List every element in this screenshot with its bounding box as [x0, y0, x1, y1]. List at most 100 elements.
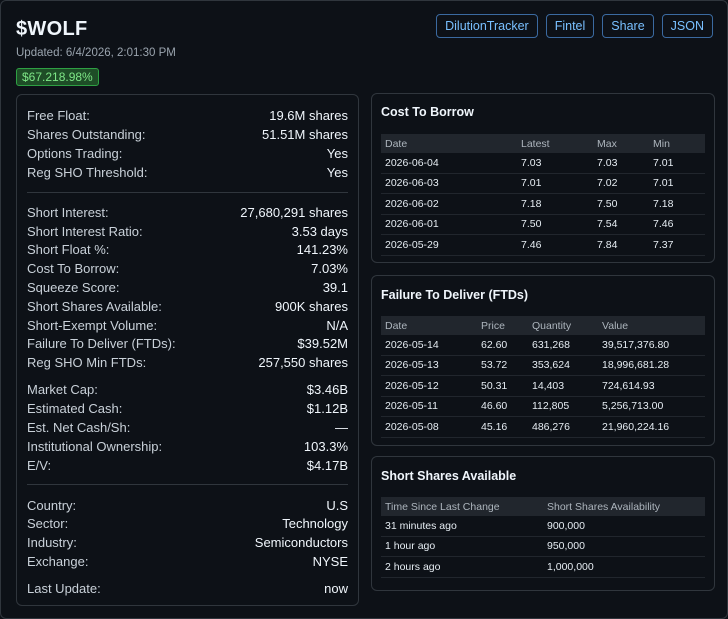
table-cell: 7.01: [649, 153, 705, 174]
stat-value: 103.3%: [303, 438, 348, 454]
table-cell: 1 hour ago: [381, 536, 543, 557]
stat-label: E/V:: [27, 457, 52, 473]
table-cell: 7.50: [593, 193, 649, 215]
stat-value: Yes: [326, 145, 348, 161]
table-header-row: Date Price Quantity Value: [381, 316, 705, 335]
fintel-button[interactable]: Fintel: [545, 14, 595, 38]
stat-value: 3.53 days: [291, 223, 348, 239]
stat-row-market-cap: Market Cap: $3.46B: [27, 380, 348, 398]
stat-label: Industry:: [27, 534, 77, 550]
stat-row-ftds: Failure To Deliver (FTDs): $39.52M: [27, 334, 348, 352]
stat-label: Est. Net Cash/Sh:: [27, 419, 131, 435]
cost-to-borrow-table: Date Latest Max Min 2026-06-04 7.03 7.03 7.…: [381, 134, 705, 256]
table-cell: 2026-05-14: [381, 335, 477, 356]
table-cell: 39,517,376.80: [598, 335, 705, 356]
short-shares-available-panel: Short Shares Available Time Since Last C…: [371, 456, 715, 591]
stat-row-options-trading: Options Trading: Yes: [27, 144, 348, 162]
stat-row-sector: Sector: Technology: [27, 514, 348, 532]
stat-label: Squeeze Score:: [27, 279, 120, 295]
stat-label: Short-Exempt Volume:: [27, 317, 158, 333]
column-header: Price: [477, 316, 528, 335]
table-cell: 486,276: [528, 416, 598, 438]
column-header: Date: [381, 316, 477, 335]
stat-row-shares-outstanding: Shares Outstanding: 51.51M shares: [27, 125, 348, 143]
stat-label: Last Update:: [27, 580, 101, 596]
column-header: Quantity: [528, 316, 598, 335]
dilutiontracker-button[interactable]: DilutionTracker: [436, 14, 538, 38]
stat-label: Failure To Deliver (FTDs):: [27, 335, 176, 351]
table-cell: 18,996,681.28: [598, 355, 705, 376]
stat-row-institutional-ownership: Institutional Ownership: 103.3%: [27, 437, 348, 455]
stat-row-cost-to-borrow: Cost To Borrow: 7.03%: [27, 259, 348, 277]
table-cell: 46.60: [477, 396, 528, 417]
stat-value: —: [335, 419, 348, 435]
stat-label: Institutional Ownership:: [27, 438, 163, 454]
column-header: Min: [649, 134, 705, 153]
stat-row-reg-sho-threshold: Reg SHO Threshold: Yes: [27, 163, 348, 181]
json-button[interactable]: JSON: [661, 14, 713, 38]
stat-row-short-exempt-volume: Short-Exempt Volume: N/A: [27, 316, 348, 334]
share-button[interactable]: Share: [602, 14, 654, 38]
table-cell: 950,000: [543, 536, 705, 557]
table-row: 1 hour ago 950,000: [381, 536, 705, 557]
stat-value: $3.46B: [306, 381, 348, 397]
table-cell: 5,256,713.00: [598, 396, 705, 417]
table-row: 2026-05-08 45.16 486,276 21,960,224.16: [381, 416, 705, 438]
stat-label: Country:: [27, 497, 77, 513]
stat-value: 39.1: [322, 279, 348, 295]
stat-value: Semiconductors: [254, 534, 348, 550]
table-row: 2026-05-13 53.72 353,624 18,996,681.28: [381, 355, 705, 376]
table-row: 2026-05-12 50.31 14,403 724,614.93: [381, 375, 705, 397]
stat-row-industry: Industry: Semiconductors: [27, 533, 348, 551]
table-cell: 2026-05-08: [381, 416, 477, 438]
table-cell: 2026-05-11: [381, 396, 477, 417]
stat-row-estimated-cash: Estimated Cash: $1.12B: [27, 399, 348, 417]
stat-value: Yes: [326, 164, 348, 180]
table-row: 2026-06-02 7.18 7.50 7.18: [381, 193, 705, 215]
column-header: Latest: [517, 134, 593, 153]
short-shares-available-table: Time Since Last Change Short Shares Avai…: [381, 497, 705, 578]
cost-to-borrow-panel: Cost To Borrow Date Latest Max Min 2026-…: [371, 93, 715, 263]
table-cell: 2026-06-02: [381, 193, 517, 215]
table-cell: 62.60: [477, 335, 528, 356]
table-row: 2026-05-14 62.60 631,268 39,517,376.80: [381, 335, 705, 356]
table-cell: 2026-05-29: [381, 234, 517, 256]
stat-value: Technology: [282, 515, 348, 531]
stat-row-last-update: Last Update: now: [27, 579, 348, 597]
table-cell: 7.50: [517, 214, 593, 235]
stat-value: NYSE: [312, 553, 348, 569]
stat-label: Reg SHO Threshold:: [27, 164, 148, 180]
stat-value: 900K shares: [275, 298, 348, 314]
stat-row-reg-sho-min-ftds: Reg SHO Min FTDs: 257,550 shares: [27, 353, 348, 371]
stat-row-country: Country: U.S: [27, 496, 348, 514]
change-badge: $67.218.98%: [16, 68, 99, 86]
table-cell: 2026-06-04: [381, 153, 517, 174]
table-cell: 7.37: [649, 234, 705, 256]
stat-label: Cost To Borrow:: [27, 260, 120, 276]
table-cell: 112,805: [528, 396, 598, 417]
table-cell: 7.46: [649, 214, 705, 235]
table-cell: 2026-05-12: [381, 375, 477, 397]
table-cell: 7.01: [517, 173, 593, 194]
ftd-title: Failure To Deliver (FTDs): [381, 288, 529, 302]
table-cell: 7.03: [517, 153, 593, 174]
stat-row-free-float: Free Float: 19.6M shares: [27, 106, 348, 124]
stat-value: 51.51M shares: [262, 126, 348, 142]
column-header: Max: [593, 134, 649, 153]
ftd-table: Date Price Quantity Value 2026-05-14 62.6…: [381, 316, 705, 438]
table-cell: 724,614.93: [598, 375, 705, 397]
table-cell: 353,624: [528, 355, 598, 376]
stat-label: Short Float %:: [27, 241, 110, 257]
table-header-row: Date Latest Max Min: [381, 134, 705, 153]
table-cell: 2026-06-01: [381, 214, 517, 235]
stat-label: Market Cap:: [27, 381, 98, 397]
table-cell: 7.18: [517, 193, 593, 215]
stat-value: 27,680,291 shares: [240, 204, 348, 220]
table-cell: 7.46: [517, 234, 593, 256]
stat-value: U.S: [326, 497, 348, 513]
stat-row-squeeze-score: Squeeze Score: 39.1: [27, 278, 348, 296]
stat-label: Short Shares Available:: [27, 298, 162, 314]
table-cell: 7.54: [593, 214, 649, 235]
table-header-row: Time Since Last Change Short Shares Avai…: [381, 497, 705, 516]
section-divider: [27, 192, 348, 193]
